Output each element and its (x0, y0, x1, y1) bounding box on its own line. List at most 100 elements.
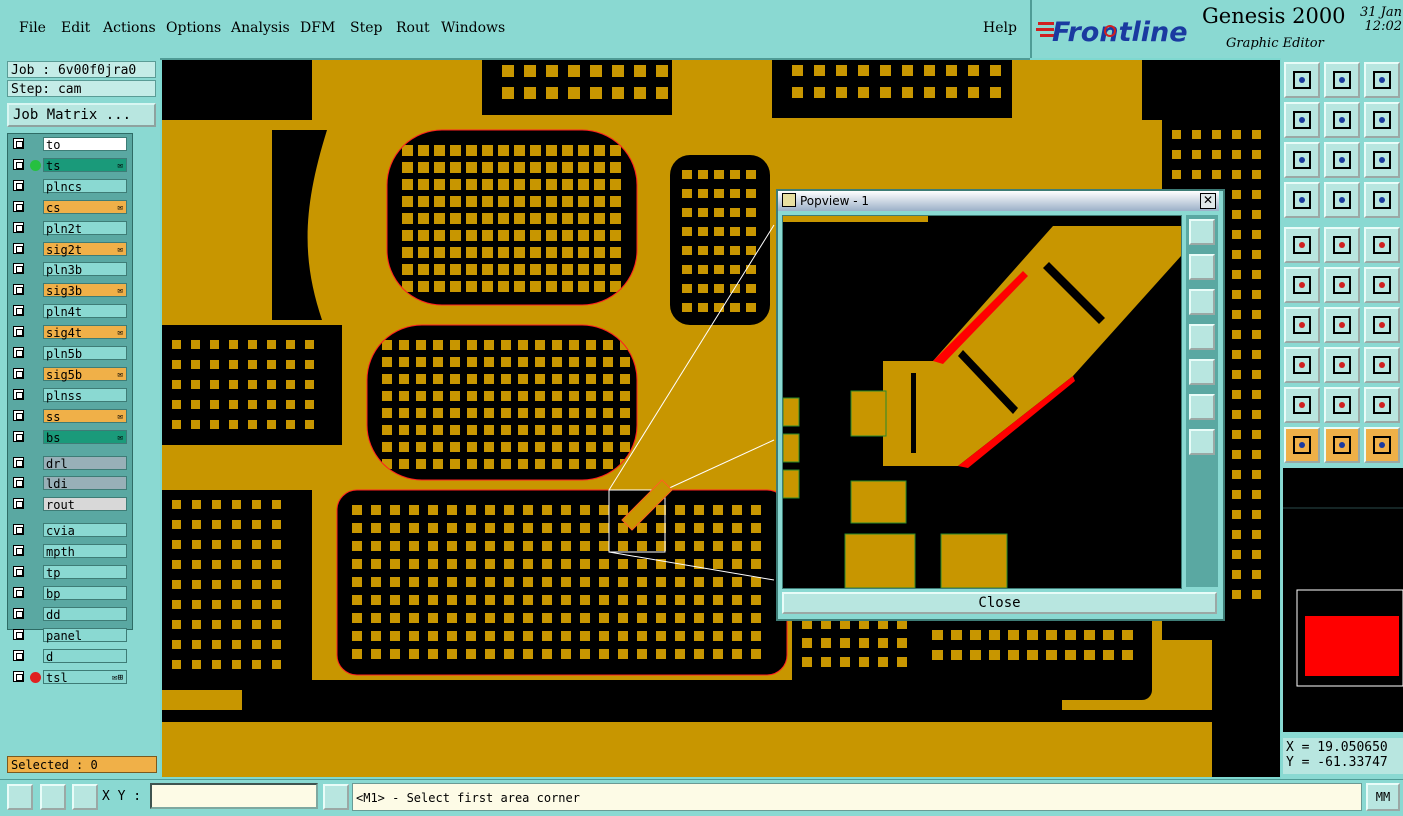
layer-checkbox[interactable] (13, 367, 24, 379)
layer-checkbox[interactable] (13, 326, 24, 338)
menu-step[interactable]: Step (350, 20, 382, 36)
snap-icon[interactable] (1324, 182, 1360, 218)
grid-icon[interactable] (72, 784, 98, 810)
layer-name[interactable]: bp (43, 585, 127, 601)
layer-checkbox[interactable] (13, 305, 24, 317)
layer-name[interactable]: dd (43, 606, 127, 622)
layer-name[interactable]: ts ✉ (43, 157, 127, 173)
popview-titlebar[interactable]: Popview - 1 ✕ (778, 191, 1219, 211)
layer-name[interactable]: sig3b ✉ (43, 283, 127, 298)
connect-icon[interactable] (1284, 267, 1320, 303)
layer-row-sig4t[interactable]: sig4t ✉ (11, 325, 128, 340)
pointer-icon[interactable] (1284, 427, 1320, 463)
wrench-icon[interactable] (1284, 182, 1320, 218)
menu-help[interactable]: Help (983, 20, 1017, 36)
layer-name[interactable]: ss ✉ (43, 408, 127, 424)
layer-checkbox[interactable] (13, 409, 24, 421)
layer-row-cvia[interactable]: cvia (11, 523, 128, 538)
segment-icon[interactable] (1324, 347, 1360, 383)
layer-name[interactable]: bs ✉ (43, 429, 127, 445)
pan-down-icon[interactable] (1324, 62, 1360, 98)
menu-dfm[interactable]: DFM (300, 20, 335, 36)
zoom-out-icon[interactable] (1284, 142, 1320, 178)
layer-name[interactable]: tp (43, 565, 127, 580)
measure-icon[interactable] (7, 784, 33, 810)
layer-row-pln2t[interactable]: pln2t (11, 220, 128, 236)
layer-row-bp[interactable]: bp (11, 585, 128, 601)
home-icon[interactable] (1364, 62, 1400, 98)
layer-row-sig2t[interactable]: sig2t ✉ (11, 241, 128, 257)
layer-name[interactable]: plncs (43, 178, 127, 194)
layer-name[interactable]: pln4t (43, 304, 127, 319)
slash-icon[interactable] (1324, 307, 1360, 343)
layer-name[interactable]: pln5b (43, 346, 127, 361)
pv-pan-down-icon[interactable] (1189, 289, 1215, 315)
layer-row-panel[interactable]: panel (11, 627, 128, 643)
ruler-icon[interactable] (1364, 227, 1400, 263)
layer-name[interactable]: panel (43, 627, 127, 643)
job-matrix-button[interactable]: Job Matrix ... (7, 103, 156, 127)
layer-checkbox[interactable] (13, 284, 24, 296)
layer-name[interactable]: sig4t ✉ (43, 325, 127, 340)
rotate-icon[interactable] (1364, 307, 1400, 343)
layer-row-ss[interactable]: ss ✉ (11, 408, 128, 424)
layer-checkbox[interactable] (13, 524, 24, 536)
layer-row-sig3b[interactable]: sig3b ✉ (11, 283, 128, 298)
node-icon[interactable] (1284, 347, 1320, 383)
pv-zoom-fit-icon[interactable] (1189, 219, 1215, 245)
xy-input[interactable] (150, 783, 318, 809)
layer-checkbox[interactable] (13, 138, 24, 149)
layer-row-cs[interactable]: cs ✉ (11, 199, 128, 215)
cursor-info-icon[interactable] (323, 784, 349, 810)
layer-name[interactable]: rout (43, 497, 127, 512)
layer-row-rout[interactable]: rout (11, 497, 128, 512)
layer-checkbox[interactable] (13, 158, 24, 170)
box-pointer-icon[interactable] (1364, 427, 1400, 463)
layer-row-bs[interactable]: bs ✉ (11, 429, 128, 445)
layer-row-mpth[interactable]: mpth (11, 544, 128, 559)
layer-checkbox[interactable] (13, 347, 24, 358)
layer-select-icon[interactable] (1364, 182, 1400, 218)
layer-name[interactable]: plnss (43, 387, 127, 403)
layer-checkbox[interactable] (13, 430, 24, 442)
arrow-up-icon[interactable] (1364, 267, 1400, 303)
pan-up-icon[interactable] (1284, 62, 1320, 98)
layer-row-pln5b[interactable]: pln5b (11, 346, 128, 361)
layer-checkbox[interactable] (13, 263, 24, 275)
select-pointer-icon[interactable] (1324, 427, 1360, 463)
layer-checkbox[interactable] (13, 477, 24, 489)
pv-zoom-in-icon[interactable] (1189, 394, 1215, 420)
layer-name[interactable]: pln3b (43, 262, 127, 277)
menu-actions[interactable]: Actions (103, 20, 156, 36)
layer-row-pln3b[interactable]: pln3b (11, 262, 128, 277)
layer-name[interactable]: cs ✉ (43, 199, 127, 215)
layer-row-tp[interactable]: tp (11, 565, 128, 580)
overview-thumbnail[interactable] (1283, 468, 1403, 732)
angle-icon[interactable] (40, 784, 66, 810)
layer-name[interactable]: tsl ✉⊞ (43, 669, 127, 685)
layer-checkbox[interactable] (13, 628, 24, 640)
layer-name[interactable]: pln2t (43, 220, 127, 236)
layer-row-plncs[interactable]: plncs (11, 178, 128, 194)
pad-icon[interactable] (1284, 227, 1320, 263)
undo-view-icon[interactable] (1364, 102, 1400, 138)
menu-options[interactable]: Options (166, 20, 221, 36)
layer-name[interactable]: cvia (43, 523, 127, 538)
scale-1to2-icon[interactable] (1364, 142, 1400, 178)
layer-checkbox[interactable] (13, 670, 24, 682)
menu-edit[interactable]: Edit (61, 20, 90, 36)
outline-a-icon[interactable] (1324, 387, 1360, 423)
layer-checkbox[interactable] (13, 498, 24, 510)
layer-name[interactable]: sig2t ✉ (43, 241, 127, 257)
pv-zoom-out-icon[interactable] (1189, 429, 1215, 455)
pv-pan-up-icon[interactable] (1189, 254, 1215, 280)
layer-checkbox[interactable] (13, 179, 24, 191)
outline-b-icon[interactable] (1364, 387, 1400, 423)
layer-checkbox[interactable] (13, 649, 24, 661)
menu-analysis[interactable]: Analysis (231, 20, 290, 36)
layer-row-sig5b[interactable]: sig5b ✉ (11, 366, 128, 382)
layer-row-ts[interactable]: ts ✉ (11, 157, 128, 173)
pv-pan-left-icon[interactable] (1189, 324, 1215, 350)
line-icon[interactable] (1324, 227, 1360, 263)
triangle-icon[interactable] (1284, 387, 1320, 423)
